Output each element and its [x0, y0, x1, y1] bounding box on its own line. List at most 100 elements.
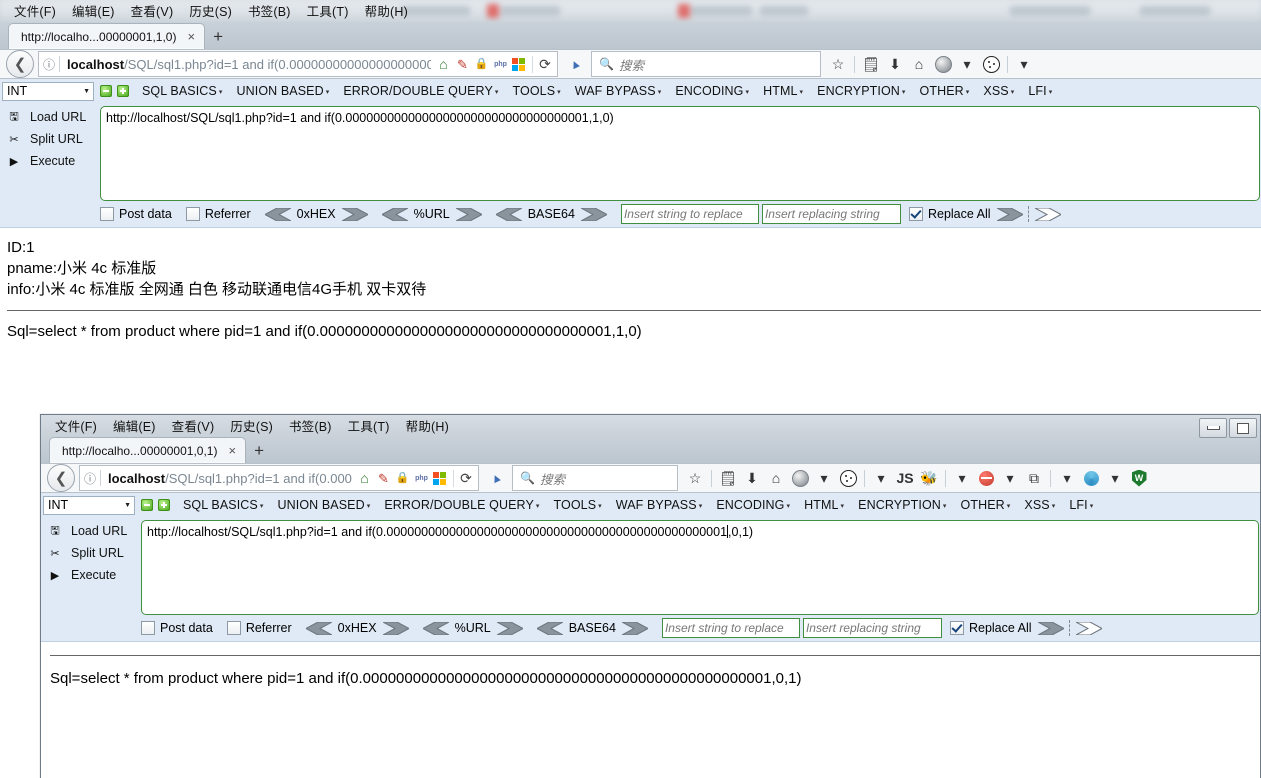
encode-arrow-icon[interactable] — [341, 207, 368, 221]
hackbar-url-textarea[interactable]: http://localhost/SQL/sql1.php?id=1 and i… — [141, 520, 1259, 615]
account-icon[interactable] — [932, 52, 954, 76]
pen-icon[interactable] — [455, 57, 470, 72]
info-icon[interactable]: ⓘ — [80, 470, 100, 487]
replace-all-option[interactable]: Replace All — [908, 207, 991, 221]
account-icon[interactable] — [789, 466, 811, 490]
encode-arrow-icon[interactable] — [455, 207, 482, 221]
chevron-down-icon[interactable]: ▾ — [1013, 52, 1035, 76]
referrer-checkbox[interactable] — [226, 621, 241, 635]
replace-search-input[interactable]: Insert string to replace — [661, 618, 800, 638]
minus-icon[interactable] — [141, 499, 153, 511]
post-data-option[interactable]: Post data — [100, 207, 172, 221]
replace-apply-arrow-icon[interactable] — [1037, 621, 1064, 635]
download-arrow-icon[interactable]: ⬇ — [741, 466, 763, 490]
hackbar-url-textarea[interactable]: http://localhost/SQL/sql1.php?id=1 and i… — [100, 106, 1260, 201]
plus-icon[interactable] — [158, 499, 170, 511]
hackbar-menu-encoding[interactable]: ENCODING ▾ — [709, 498, 797, 512]
chevron-down-icon[interactable]: ▾ — [813, 466, 835, 490]
replace-with-input[interactable]: Insert replacing string — [802, 618, 942, 638]
chevron-down-icon[interactable]: ▾ — [1104, 466, 1126, 490]
replace-all-checkbox[interactable] — [908, 207, 923, 221]
hackbar-menu-encoding[interactable]: ENCODING ▾ — [668, 84, 756, 98]
search-bar-bottom[interactable]: 🔍 搜索 — [512, 465, 678, 491]
bird-icon[interactable] — [488, 470, 506, 486]
hackbar-type-select[interactable]: INT ▼ — [43, 495, 135, 515]
replace-apply-arrow-icon[interactable] — [996, 207, 1023, 221]
chevron-down-icon[interactable]: ▾ — [1056, 466, 1078, 490]
chevron-down-icon[interactable]: ▾ — [951, 466, 973, 490]
menu-item-file[interactable]: 文件(F) — [47, 415, 105, 436]
download-arrow-icon[interactable]: ⬇ — [884, 52, 906, 76]
reload-icon[interactable]: ⟳ — [532, 55, 557, 73]
swirl-icon[interactable] — [1080, 466, 1102, 490]
minus-icon[interactable] — [100, 85, 112, 97]
search-input[interactable]: 搜索 — [540, 469, 565, 488]
encode-arrow-icon[interactable] — [382, 621, 409, 635]
load-url-button[interactable]: 🖫 Load URL — [45, 520, 141, 542]
star-icon[interactable]: ☆ — [684, 466, 706, 490]
chevron-down-icon[interactable]: ▾ — [870, 466, 892, 490]
hackbar-menu-lfi[interactable]: LFI ▾ — [1021, 84, 1059, 98]
replace-search-input[interactable]: Insert string to replace — [620, 204, 759, 224]
hackbar-menu-waf-bypass[interactable]: WAF BYPASS ▾ — [609, 498, 710, 512]
replace-all-option[interactable]: Replace All — [949, 621, 1032, 635]
home-favicon-icon[interactable] — [357, 471, 372, 486]
plus-icon[interactable] — [117, 85, 129, 97]
library-icon[interactable]: 🗒 — [717, 466, 739, 490]
hackbar-menu-lfi[interactable]: LFI ▾ — [1062, 498, 1100, 512]
encode-arrow-icon[interactable] — [621, 621, 648, 635]
menu-item-help[interactable]: 帮助(H) — [357, 0, 416, 21]
pen-icon[interactable] — [376, 471, 391, 486]
load-url-button[interactable]: 🖫 Load URL — [4, 106, 100, 128]
lock-icon[interactable] — [474, 57, 489, 72]
copy-icon[interactable]: ⧉ — [1023, 466, 1045, 490]
reload-icon[interactable]: ⟳ — [453, 469, 478, 487]
new-tab-button[interactable]: + — [246, 438, 272, 463]
hackbar-menu-sql-basics[interactable]: SQL BASICS ▾ — [135, 84, 230, 98]
decode-arrow-icon[interactable] — [536, 621, 563, 635]
search-bar-top[interactable]: 🔍 搜索 — [591, 51, 821, 77]
tab-active-bottom[interactable]: http://localho...00000001,0,1) × — [49, 437, 247, 463]
menu-item-edit[interactable]: 编辑(E) — [64, 0, 123, 21]
execute-button[interactable]: ▶ Execute — [45, 564, 141, 586]
menu-item-view[interactable]: 查看(V) — [164, 415, 223, 436]
cookie-icon[interactable] — [837, 466, 859, 490]
hackbar-menu-html[interactable]: HTML ▾ — [756, 84, 810, 98]
new-tab-button[interactable]: + — [205, 24, 231, 49]
star-icon[interactable]: ☆ — [827, 52, 849, 76]
hackbar-menu-html[interactable]: HTML ▾ — [797, 498, 851, 512]
home-favicon-icon[interactable] — [436, 57, 451, 72]
replace-next-arrow-icon[interactable] — [1075, 621, 1102, 635]
back-arrow-icon[interactable]: ❮ — [47, 464, 75, 492]
menu-item-bookmarks[interactable]: 书签(B) — [240, 0, 299, 21]
split-url-button[interactable]: ✂ Split URL — [45, 542, 141, 564]
referrer-option[interactable]: Referrer — [226, 621, 292, 635]
menu-item-help[interactable]: 帮助(H) — [398, 415, 457, 436]
decode-arrow-icon[interactable] — [305, 621, 332, 635]
decode-arrow-icon[interactable] — [381, 207, 408, 221]
post-data-option[interactable]: Post data — [141, 621, 213, 635]
back-arrow-icon[interactable]: ❮ — [6, 50, 34, 78]
referrer-option[interactable]: Referrer — [185, 207, 251, 221]
menu-item-view[interactable]: 查看(V) — [123, 0, 182, 21]
hackbar-menu-union-based[interactable]: UNION BASED ▾ — [230, 84, 337, 98]
replace-all-checkbox[interactable] — [949, 621, 964, 635]
hackbar-menu-sql-basics[interactable]: SQL BASICS ▾ — [176, 498, 271, 512]
execute-button[interactable]: ▶ Execute — [4, 150, 100, 172]
encode-arrow-icon[interactable] — [580, 207, 607, 221]
hackbar-menu-tools[interactable]: TOOLS ▾ — [506, 84, 568, 98]
address-bar-bottom[interactable]: ⓘ localhost/SQL/sql1.php?id=1 and if(0.0… — [79, 465, 479, 491]
hackbar-menu-tools[interactable]: TOOLS ▾ — [547, 498, 609, 512]
tab-active-top[interactable]: http://localho...00000001,1,0) × — [8, 23, 206, 49]
library-icon[interactable]: 🗒 — [860, 52, 882, 76]
decode-arrow-icon[interactable] — [264, 207, 291, 221]
hackbar-menu-encryption[interactable]: ENCRYPTION ▾ — [810, 84, 912, 98]
post-data-checkbox[interactable] — [141, 621, 155, 635]
menu-item-tools[interactable]: 工具(T) — [340, 415, 398, 436]
close-icon[interactable]: × — [184, 30, 198, 43]
microsoft-icon[interactable] — [433, 471, 448, 487]
home-icon[interactable]: ⌂ — [765, 466, 787, 490]
decode-arrow-icon[interactable] — [495, 207, 522, 221]
cookie-icon[interactable] — [980, 52, 1002, 76]
info-icon[interactable]: ⓘ — [39, 56, 59, 73]
